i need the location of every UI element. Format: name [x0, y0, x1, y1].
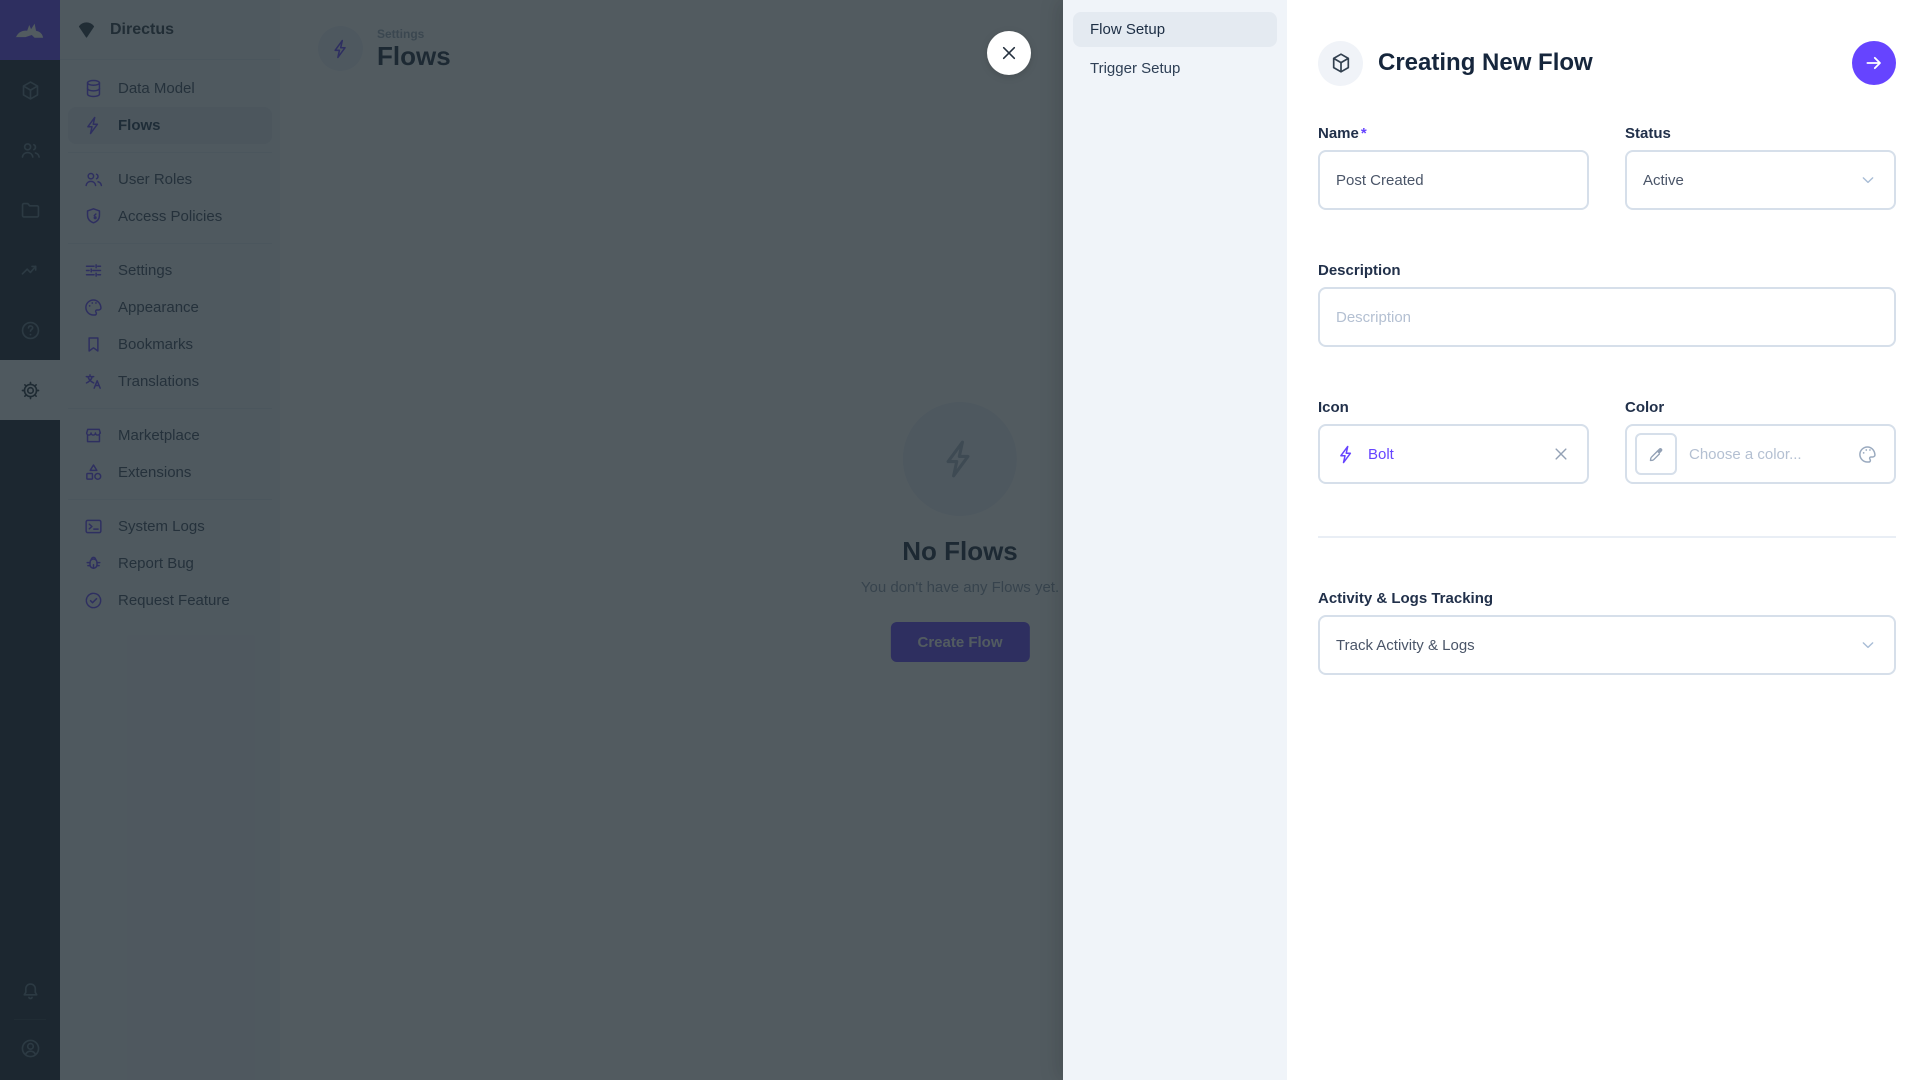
- flow-setup-form: Name* Status Active Description: [1287, 93, 1920, 715]
- name-input[interactable]: [1336, 172, 1571, 189]
- palette-icon[interactable]: [1857, 444, 1878, 465]
- color-label: Color: [1625, 399, 1896, 416]
- clear-icon-button[interactable]: [1551, 444, 1571, 464]
- tracking-value: Track Activity & Logs: [1336, 637, 1475, 654]
- create-flow-drawer: Flow Setup Trigger Setup Creating New Fl…: [1063, 0, 1920, 1080]
- close-drawer-button[interactable]: [987, 31, 1031, 75]
- status-field: Status Active: [1625, 125, 1896, 210]
- bolt-icon: [1336, 444, 1357, 465]
- arrow-right-icon: [1863, 52, 1885, 74]
- save-continue-button[interactable]: [1852, 41, 1896, 85]
- drawer-title: Creating New Flow: [1378, 49, 1837, 77]
- eyedropper-button[interactable]: [1635, 433, 1677, 475]
- name-field: Name*: [1318, 125, 1589, 210]
- description-field: Description: [1318, 262, 1896, 347]
- drawer-content: Creating New Flow Name* Status Active: [1287, 0, 1920, 1080]
- tracking-field: Activity & Logs Tracking Track Activity …: [1318, 590, 1896, 675]
- eyedropper-icon: [1647, 445, 1666, 464]
- close-icon: [998, 42, 1020, 64]
- chevron-down-icon: [1858, 635, 1878, 655]
- description-input-wrapper: [1318, 287, 1896, 347]
- icon-field: Icon Bolt: [1318, 399, 1589, 484]
- color-input-wrapper: Choose a color...: [1625, 424, 1896, 484]
- drawer-nav-trigger-setup[interactable]: Trigger Setup: [1073, 51, 1277, 86]
- icon-label: Icon: [1318, 399, 1589, 416]
- drawer-nav: Flow Setup Trigger Setup: [1063, 0, 1287, 1080]
- chevron-down-icon: [1858, 170, 1878, 190]
- status-value: Active: [1643, 172, 1684, 189]
- form-divider: [1318, 536, 1896, 538]
- icon-select[interactable]: Bolt: [1318, 424, 1589, 484]
- tracking-label: Activity & Logs Tracking: [1318, 590, 1896, 607]
- status-label: Status: [1625, 125, 1896, 142]
- color-placeholder[interactable]: Choose a color...: [1689, 446, 1802, 463]
- description-input[interactable]: [1336, 309, 1878, 326]
- drawer-header: Creating New Flow: [1287, 0, 1920, 93]
- name-label: Name*: [1318, 125, 1589, 142]
- drawer-nav-flow-setup[interactable]: Flow Setup: [1073, 12, 1277, 47]
- name-input-wrapper: [1318, 150, 1589, 210]
- description-label: Description: [1318, 262, 1896, 279]
- color-field: Color Choose a color...: [1625, 399, 1896, 484]
- cube-icon: [1329, 51, 1353, 75]
- required-asterisk: *: [1361, 125, 1367, 142]
- tracking-select[interactable]: Track Activity & Logs: [1318, 615, 1896, 675]
- status-select[interactable]: Active: [1625, 150, 1896, 210]
- drawer-title-badge: [1318, 41, 1363, 86]
- icon-value: Bolt: [1368, 446, 1394, 463]
